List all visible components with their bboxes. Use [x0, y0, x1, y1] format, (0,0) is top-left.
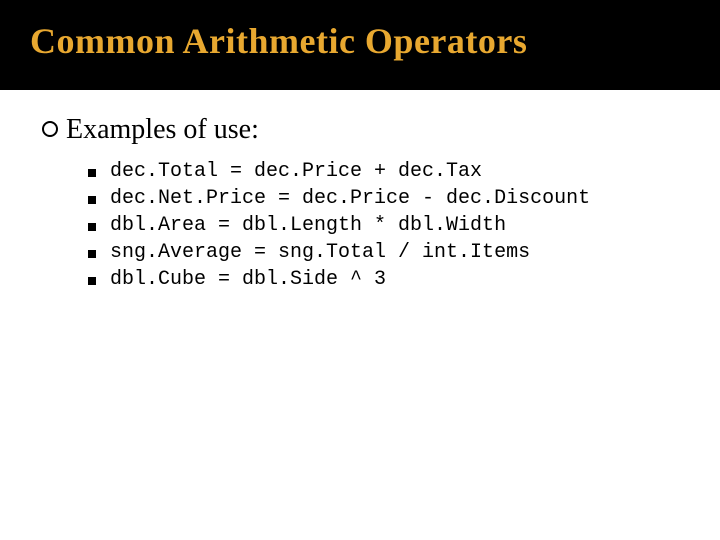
code-line: dbl.Area = dbl.Length * dbl.Width	[110, 214, 506, 237]
list-item: dbl.Cube = dbl.Side ^ 3	[88, 268, 680, 291]
list-item: dbl.Area = dbl.Length * dbl.Width	[88, 214, 680, 237]
list-item: dec.Net.Price = dec.Price - dec.Discount	[88, 187, 680, 210]
section-heading: Examples of use:	[40, 114, 680, 146]
code-line: dec.Net.Price = dec.Price - dec.Discount	[110, 187, 590, 210]
code-line: dec.Total = dec.Price + dec.Tax	[110, 160, 482, 183]
code-line: dbl.Cube = dbl.Side ^ 3	[110, 268, 386, 291]
title-bar: Common Arithmetic Operators	[0, 0, 720, 90]
slide-content: Examples of use: dec.Total = dec.Price +…	[0, 90, 720, 319]
square-bullet-icon	[88, 247, 98, 263]
hollow-circle-bullet-icon	[40, 116, 60, 144]
list-item: sng.Average = sng.Total / int.Items	[88, 241, 680, 264]
examples-list: dec.Total = dec.Price + dec.Tax dec.Net.…	[88, 160, 680, 291]
square-bullet-icon	[88, 274, 98, 290]
list-item: dec.Total = dec.Price + dec.Tax	[88, 160, 680, 183]
square-bullet-icon	[88, 166, 98, 182]
section-label: Examples of use:	[66, 114, 259, 146]
code-line: sng.Average = sng.Total / int.Items	[110, 241, 530, 264]
square-bullet-icon	[88, 193, 98, 209]
slide-title: Common Arithmetic Operators	[30, 20, 690, 62]
square-bullet-icon	[88, 220, 98, 236]
